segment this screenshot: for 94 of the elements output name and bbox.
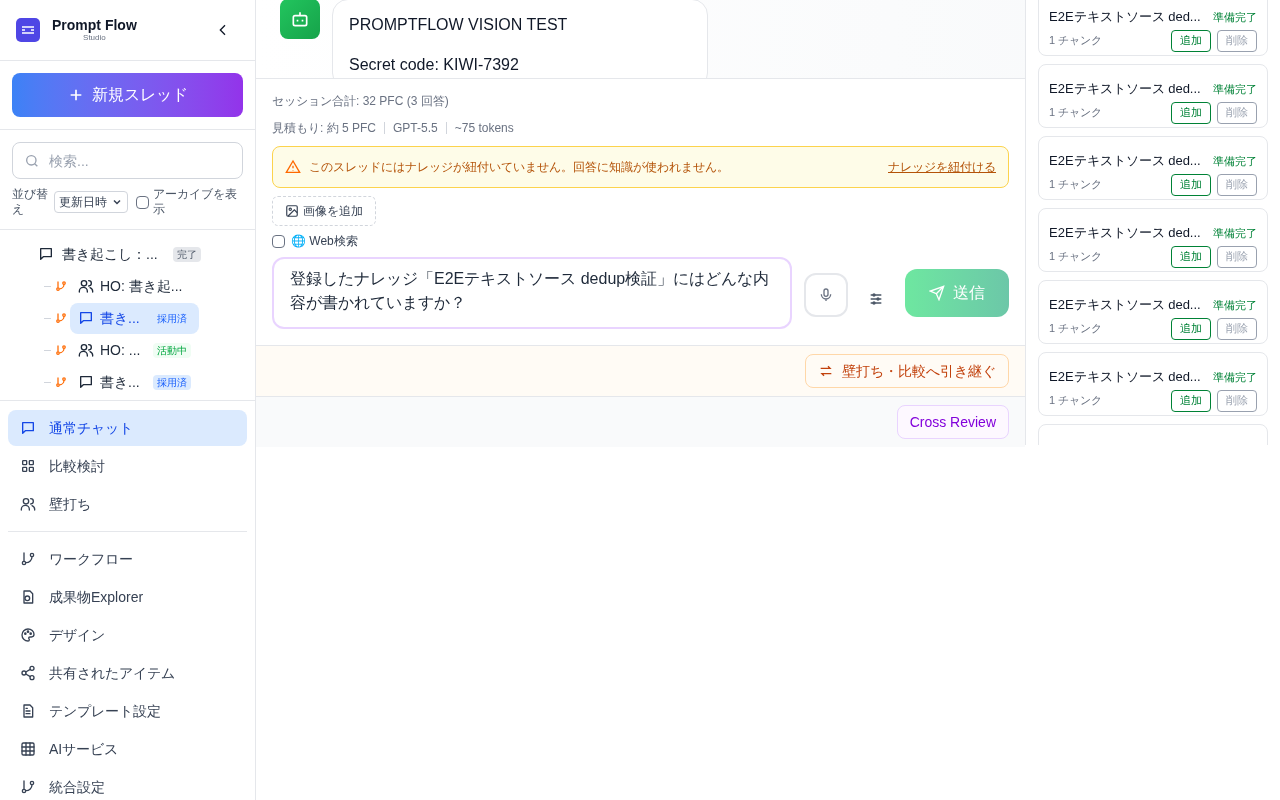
thread-item[interactable]: HO: ... 活動中 bbox=[70, 334, 199, 366]
add-image-button[interactable]: 画像を追加 bbox=[272, 196, 376, 226]
estimate-text: ~75 tokens bbox=[454, 120, 514, 137]
nav-item[interactable]: ワークフロー bbox=[8, 541, 247, 577]
people-icon bbox=[78, 278, 94, 294]
sliders-icon bbox=[868, 291, 884, 307]
nav-item[interactable]: デザイン bbox=[8, 617, 247, 653]
web-search-label: 🌐 Web検索 bbox=[291, 233, 358, 250]
people-icon bbox=[78, 342, 94, 358]
share-icon bbox=[20, 665, 36, 681]
chat-bubble-icon bbox=[20, 420, 36, 436]
nav-item[interactable]: 成果物Explorer bbox=[8, 579, 247, 615]
chat-bubble-icon bbox=[78, 374, 94, 390]
prompt-field[interactable]: 登録したナレッジ「E2Eテキストソース dedup検証」にはどんな内容が書かれていますか？ bbox=[272, 257, 792, 329]
branch-icon bbox=[20, 551, 36, 567]
card-title: E2Eテキストソース ded... bbox=[1049, 368, 1201, 386]
app-subtitle: Studio bbox=[83, 34, 106, 42]
chat-bubble-icon bbox=[78, 310, 94, 326]
send-icon bbox=[929, 285, 945, 301]
warning-icon bbox=[285, 159, 301, 175]
sort-dropdown[interactable]: 更新日時 bbox=[54, 191, 128, 213]
chunk-count: 1 チャンク bbox=[1049, 33, 1103, 49]
robot-icon bbox=[290, 9, 310, 29]
status-text: 準備完了 bbox=[1213, 81, 1257, 97]
message-text: PROMPTFLOW VISION TEST bbox=[349, 15, 569, 35]
session-total: セッション合計: 32 PFC (3 回答) bbox=[272, 93, 450, 110]
chunk-count: 1 チャンク bbox=[1049, 321, 1103, 337]
image-icon bbox=[285, 204, 299, 218]
add-button[interactable]: 追加 bbox=[1171, 317, 1211, 340]
status-text: 準備完了 bbox=[1213, 225, 1257, 241]
grid-icon bbox=[20, 458, 36, 474]
branch-icon bbox=[20, 779, 36, 795]
card-title: E2Eテキストソース ded... bbox=[1049, 296, 1201, 314]
add-button[interactable]: 追加 bbox=[1171, 245, 1211, 268]
handover-button[interactable]: 壁打ち・比較へ引き継ぐ bbox=[805, 354, 1009, 388]
chunk-count: 1 チャンク bbox=[1049, 177, 1103, 193]
logo-icon bbox=[16, 18, 40, 42]
nav-item[interactable]: 統合設定 bbox=[8, 769, 247, 800]
search-icon bbox=[24, 153, 40, 169]
nav-item[interactable]: AIサービス bbox=[8, 731, 247, 767]
link-knowledge-link[interactable]: ナレッジを紐付ける bbox=[888, 158, 996, 176]
warning-text: このスレッドにはナレッジが紐付いていません。回答に知識が使われません。 bbox=[309, 159, 729, 176]
microphone-icon bbox=[818, 287, 834, 303]
add-button[interactable]: 追加 bbox=[1171, 173, 1211, 196]
archive-checkbox[interactable] bbox=[136, 195, 149, 209]
branch-icon bbox=[55, 280, 67, 292]
status-text: 準備完了 bbox=[1213, 153, 1257, 169]
app-name: Prompt Flow bbox=[52, 18, 137, 32]
chunk-count: 1 チャンク bbox=[1049, 105, 1103, 121]
card-title: E2Eテキストソース ded... bbox=[1049, 80, 1201, 98]
branch-icon bbox=[55, 344, 67, 356]
nav-item[interactable]: 共有されたアイテム bbox=[8, 655, 247, 691]
table-icon bbox=[20, 741, 36, 757]
archive-label: アーカイブを表示 bbox=[153, 187, 238, 217]
nav-item[interactable]: 通常チャット bbox=[8, 410, 247, 446]
document-icon bbox=[20, 703, 36, 719]
status-text: 準備完了 bbox=[1213, 9, 1257, 25]
branch-icon bbox=[55, 312, 67, 324]
thread-item[interactable]: HO: 書き起... bbox=[70, 270, 199, 302]
chat-bubble-icon bbox=[38, 246, 54, 262]
status-label: 採用済 bbox=[156, 311, 188, 326]
nav-item[interactable]: 壁打ち bbox=[8, 486, 247, 522]
estimate-text: 見積もり: 約 5 PFC bbox=[272, 120, 376, 137]
status-text: 準備完了 bbox=[1213, 297, 1257, 313]
add-button[interactable]: 追加 bbox=[1171, 389, 1211, 412]
card-title: E2Eテキストソース ded... bbox=[1049, 8, 1201, 26]
cross-review-button[interactable]: Cross Review bbox=[896, 405, 1009, 439]
search-field[interactable]: 検索... bbox=[12, 142, 243, 179]
nav-item[interactable]: テンプレート設定 bbox=[8, 693, 247, 729]
status-badge: 完了 bbox=[173, 246, 201, 262]
card-title: E2Eテキストソース ded... bbox=[1049, 224, 1201, 242]
file-icon bbox=[20, 589, 36, 605]
microphone-button[interactable] bbox=[804, 273, 848, 317]
message-text: Secret code: KIWI-7392 bbox=[349, 55, 520, 75]
swap-icon bbox=[818, 363, 834, 379]
palette-icon bbox=[20, 627, 36, 643]
status-badge: 活動中 bbox=[153, 342, 191, 358]
branch-icon bbox=[55, 376, 67, 388]
status-badge: 採用済 bbox=[153, 374, 191, 390]
web-search-checkbox[interactable] bbox=[272, 234, 285, 248]
add-button[interactable]: 追加 bbox=[1171, 101, 1211, 124]
thread-item[interactable]: 書き... 採用済 bbox=[70, 302, 199, 334]
nav-item[interactable]: 比較検討 bbox=[8, 448, 247, 484]
estimate-text: GPT-5.5 bbox=[393, 120, 438, 137]
new-thread-button[interactable]: 新規スレッド bbox=[12, 73, 243, 117]
sort-label: 並び替え bbox=[12, 187, 49, 217]
card-title: E2Eテキストソース ded... bbox=[1049, 152, 1201, 170]
add-button[interactable]: 追加 bbox=[1171, 29, 1211, 52]
chunk-count: 1 チャンク bbox=[1049, 249, 1103, 265]
status-text: 準備完了 bbox=[1213, 369, 1257, 385]
thread-item[interactable]: 書き起こし：... 完了 bbox=[34, 242, 205, 266]
thread-item[interactable]: 書き... 採用済 bbox=[70, 366, 199, 398]
chunk-count: 1 チャンク bbox=[1049, 393, 1103, 409]
people-icon bbox=[20, 496, 36, 512]
